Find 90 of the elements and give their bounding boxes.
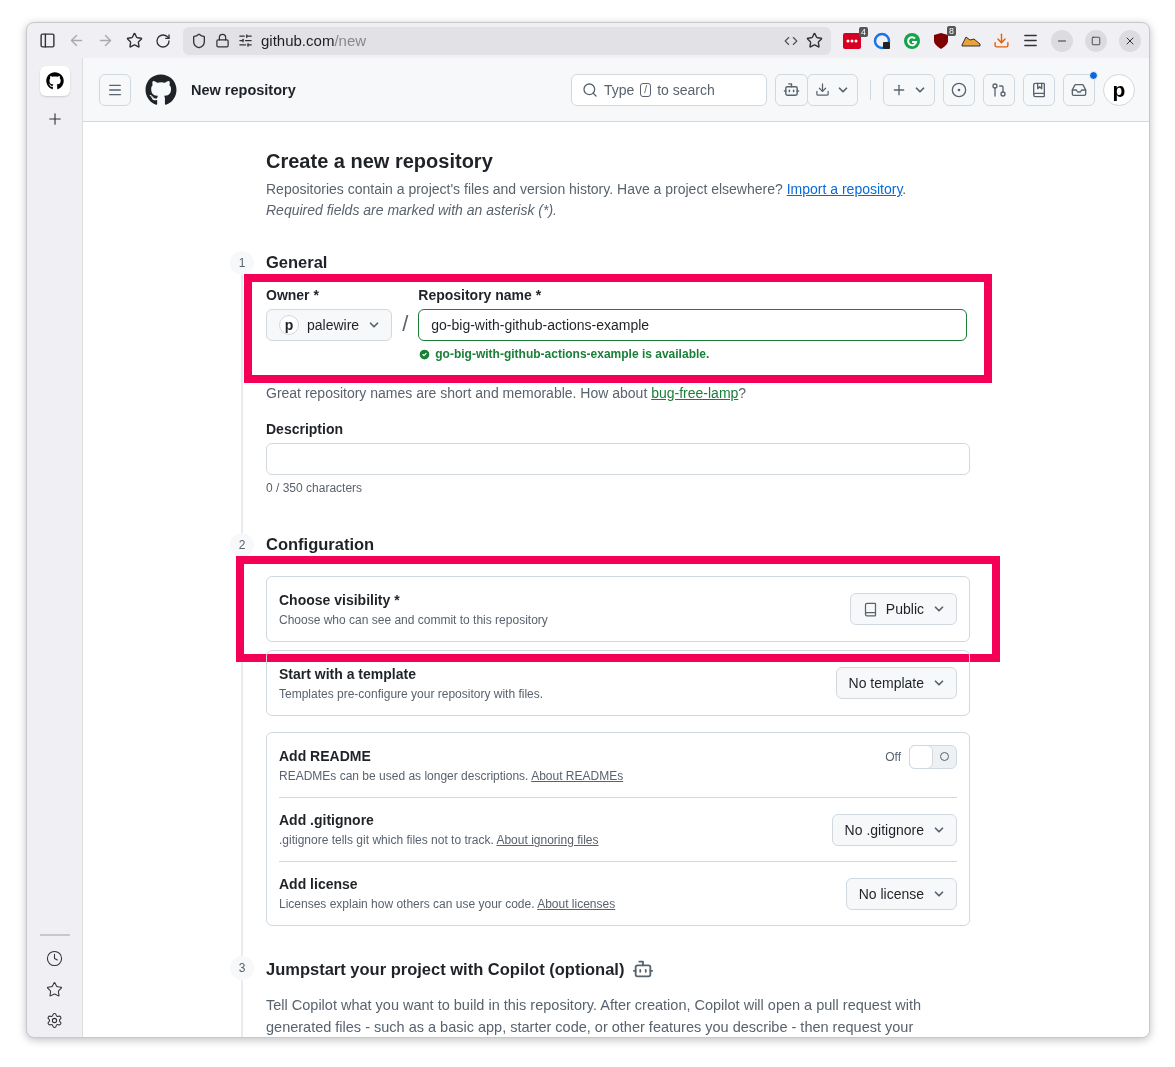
option-description: READMEs can be used as longer descriptions. About READMEs (279, 768, 624, 783)
maximize-icon (1091, 35, 1101, 46)
address-bar[interactable]: github.com/new (183, 26, 831, 55)
inbox-button[interactable] (1063, 73, 1095, 106)
pull-requests-button[interactable] (983, 73, 1015, 106)
dropdown-button[interactable]: No template (835, 667, 957, 699)
option-title: Add README (279, 747, 372, 764)
bookmark-icon[interactable] (806, 32, 823, 49)
sidebar-toggle-icon[interactable] (39, 32, 56, 49)
name-suggestion: Great repository names are short and memorable. How about bug-free-lamp? (266, 384, 748, 403)
dropdown-button[interactable]: No .gitignore (831, 813, 957, 846)
repositories-button[interactable] (1023, 73, 1055, 106)
help-link[interactable]: About ignoring files (496, 833, 599, 847)
url-text: github.com/new (261, 32, 367, 49)
option-title: Start with a template (279, 665, 417, 682)
history-icon[interactable] (46, 950, 63, 967)
toggle-switch[interactable] (909, 745, 957, 769)
download-icon (815, 82, 830, 97)
close-button[interactable] (1119, 29, 1141, 52)
intro-text: Repositories contain a project's files and version history. Have a project elsewhere? Import a repository. (266, 180, 908, 199)
extension-badge: 4 (859, 26, 868, 37)
field-label: Description (266, 421, 344, 437)
step-number: 3 (230, 956, 254, 980)
bookmark-star-icon[interactable] (126, 32, 143, 49)
issues-button[interactable] (943, 73, 975, 106)
menu-button[interactable] (99, 73, 131, 106)
description-field[interactable] (266, 443, 970, 475)
suggestion-link[interactable]: bug-free-lamp (651, 385, 739, 401)
maximize-button[interactable] (1085, 29, 1107, 52)
reload-icon[interactable] (155, 32, 171, 49)
step-number: 1 (230, 251, 254, 275)
help-link[interactable]: About licenses (537, 897, 616, 911)
lock-icon (215, 33, 230, 48)
check-icon (418, 347, 432, 361)
option-description: Templates pre-configure your repository with files. (279, 686, 544, 701)
field-label: Owner * (266, 287, 320, 303)
download-extension-icon[interactable] (993, 32, 1010, 49)
pull-request-icon (991, 81, 1007, 98)
dropdown-button[interactable]: No license (845, 877, 957, 910)
settings-icon[interactable] (46, 1012, 63, 1029)
path-separator: / (402, 311, 409, 337)
step-number: 2 (230, 533, 254, 557)
owner-dropdown[interactable]: p palewire (266, 309, 393, 341)
option-description: Licenses explain how others can use your code. About licenses (279, 897, 616, 911)
required-note: Required fields are marked with an asterisk (*). (266, 201, 558, 220)
page-title: New repository (191, 81, 296, 98)
field-label: Repository name * (418, 287, 543, 303)
minimize-button[interactable] (1051, 29, 1073, 52)
menu-icon[interactable] (1022, 32, 1039, 49)
permissions-icon (238, 33, 253, 48)
help-link[interactable]: About READMEs (531, 768, 624, 783)
option-description: .gitignore tells git which files not to track. About ignoring files (279, 833, 599, 847)
section-heading: Configuration (266, 535, 376, 554)
option-title: Add license (279, 876, 359, 892)
dropdown-button[interactable]: Public (849, 593, 957, 625)
copilot-description-line: Tell Copilot what you want to build in this repository. After creation, Copilot will open a pull request with (266, 996, 922, 1015)
cloud-dropdown-button[interactable] (807, 73, 858, 106)
dots-extension-icon[interactable] (843, 32, 861, 49)
extension-badge: 8 (947, 25, 956, 36)
ring-extension-icon[interactable] (873, 31, 891, 50)
shield-extension-icon[interactable] (933, 31, 949, 50)
toggle-state-label: Off (885, 750, 901, 764)
repository-name-field[interactable]: go-big-with-github-actions-example (418, 309, 968, 341)
letter-g-extension-icon[interactable] (903, 31, 921, 50)
robot-icon (632, 958, 655, 980)
book-icon (862, 601, 878, 617)
book-icon (1031, 81, 1047, 98)
copilot-button[interactable] (775, 73, 808, 106)
section-heading: Jumpstart your project with Copilot (optional) (266, 959, 625, 979)
character-counter: 0 / 350 characters (266, 481, 364, 495)
github-logo-icon (45, 72, 64, 90)
inbox-icon (1071, 81, 1087, 98)
option-title: Add .gitignore (279, 812, 375, 828)
option-title: Choose visibility * (279, 591, 401, 608)
copilot-description-line: generated files - such as a basic app, starter code, or other features you describe - then request your (266, 1018, 915, 1037)
github-logo-icon[interactable] (145, 73, 177, 106)
search-icon (582, 81, 598, 98)
circle-dot-icon (951, 81, 967, 98)
github-panel-button[interactable] (39, 66, 70, 96)
shield-icon (191, 32, 207, 49)
option-description: Choose who can see and commit to this repository (279, 612, 548, 627)
owner-avatar: p (279, 315, 299, 335)
robot-icon (783, 81, 800, 98)
user-avatar[interactable]: p (1103, 73, 1135, 106)
star-icon[interactable] (46, 981, 63, 998)
section-heading: General (266, 253, 329, 272)
availability-message: go-big-with-github-actions-example is available. (435, 347, 710, 361)
search-field[interactable]: Type / to search (571, 73, 767, 106)
create-new-button[interactable] (883, 73, 935, 106)
page-heading: Create a new repository (266, 150, 494, 173)
